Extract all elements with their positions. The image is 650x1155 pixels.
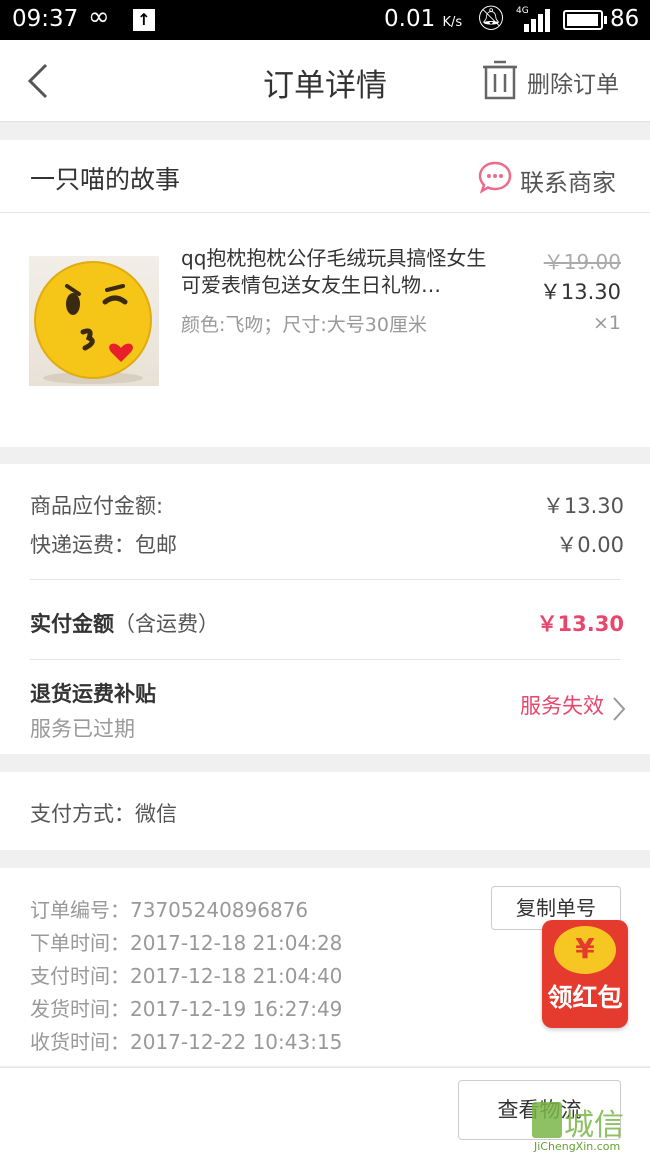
mute-icon: 🔕︎	[476, 4, 507, 32]
network-speed-value: 0.01	[384, 6, 436, 32]
delete-order-button[interactable]: 删除订单	[482, 58, 632, 102]
shop-card: 一只喵的故事 联系商家 qq抱枕抱枕公仔毛绒玩具搞怪女生可爱表情包送女友生日礼物…	[0, 140, 650, 447]
product-quantity: ×1	[592, 312, 621, 334]
product-image[interactable]	[29, 256, 159, 386]
paid-amount-label: 实付金额（含运费）	[30, 608, 219, 638]
paid-amount-note: （含运费）	[114, 612, 219, 636]
red-packet-label: 领红包	[547, 983, 623, 1012]
service-invalid-link[interactable]: 服务失效	[520, 690, 626, 724]
return-subsidy-label: 退货运费补贴	[30, 682, 156, 706]
chat-bubble-icon	[478, 161, 512, 194]
return-subsidy-status: 服务已过期	[30, 717, 135, 741]
goods-amount-value: ￥13.30	[542, 494, 624, 518]
watermark-text: 城信	[564, 1108, 624, 1143]
network-type: 4G	[516, 6, 529, 16]
coin-icon: ¥	[554, 926, 616, 974]
watermark-logo-icon	[532, 1102, 562, 1138]
pay-time: 支付时间：2017-12-18 21:04:40	[30, 964, 343, 988]
nav-bar: 订单详情 删除订单	[0, 40, 650, 122]
paid-amount-title: 实付金额	[30, 612, 114, 636]
ship-time: 发货时间：2017-12-19 16:27:49	[30, 997, 343, 1021]
receive-time: 收货时间：2017-12-22 10:43:15	[30, 1030, 343, 1054]
original-price: ￥19.00	[543, 250, 621, 274]
red-packet-button[interactable]: ¥ 领红包	[542, 920, 628, 1028]
battery-level: 86	[610, 6, 640, 32]
delete-order-label: 删除订单	[527, 72, 619, 98]
contact-seller-label: 联系商家	[520, 169, 616, 197]
chevron-right-icon	[613, 696, 626, 721]
paid-amount-value: ￥13.30	[536, 612, 624, 636]
battery-icon	[563, 10, 607, 30]
goods-amount-label: 商品应付金额:	[30, 494, 164, 518]
watermark: 城信 JiChengXin.com	[532, 1100, 650, 1155]
infinity-icon: ∞	[88, 2, 110, 32]
signal-icon: 4G	[516, 6, 550, 32]
status-bar: 09:37 ∞ ↑ 0.01 K/s 🔕︎ 4G 86	[0, 0, 650, 40]
order-time: 下单时间：2017-12-18 21:04:28	[30, 931, 343, 955]
network-speed: 0.01 K/s	[384, 6, 462, 32]
contact-seller-button[interactable]: 联系商家	[478, 158, 628, 198]
shipping-value: ￥0.00	[556, 533, 624, 557]
divider	[0, 1067, 650, 1068]
payment-section: 支付方式：微信	[0, 772, 650, 850]
payment-method: 支付方式：微信	[30, 802, 177, 826]
divider	[0, 212, 650, 213]
service-invalid-label: 服务失效	[520, 694, 604, 718]
kiss-emoji-pillow-icon	[34, 261, 152, 384]
product-title[interactable]: qq抱枕抱枕公仔毛绒玩具搞怪女生可爱表情包送女友生日礼物…	[181, 245, 491, 299]
amount-summary: 商品应付金额: ￥13.30 快递运费：包邮 ￥0.00 实付金额（含运费） ￥…	[0, 464, 650, 754]
shop-name[interactable]: 一只喵的故事	[30, 160, 180, 196]
shipping-label: 快递运费：包邮	[30, 533, 177, 557]
trash-icon	[483, 60, 517, 100]
network-speed-unit: K/s	[442, 15, 463, 30]
divider	[30, 659, 620, 660]
order-number: 订单编号：73705240896876	[30, 898, 309, 922]
status-time: 09:37	[12, 6, 79, 32]
product-spec: 颜色:飞吻；尺寸:大号30厘米	[181, 314, 427, 336]
watermark-url: JiChengXin.com	[534, 1140, 621, 1153]
product-price: ￥13.30	[539, 280, 621, 304]
upload-icon: ↑	[133, 9, 155, 31]
divider	[30, 579, 620, 580]
